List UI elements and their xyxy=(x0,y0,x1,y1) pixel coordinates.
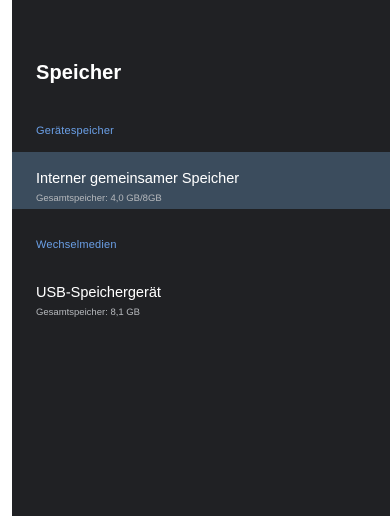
page-title: Speicher xyxy=(36,62,122,84)
item-subtitle: Gesamtspeicher: 4,0 GB/8GB xyxy=(36,193,162,204)
item-title: Interner gemeinsamer Speicher xyxy=(36,171,240,187)
item-subtitle: Gesamtspeicher: 8,1 GB xyxy=(36,307,141,318)
item-title: USB-Speichergerät xyxy=(36,285,161,301)
list-item-usb-storage-device[interactable]: USB-Speichergerät Gesamtspeicher: 8,1 GB xyxy=(12,279,390,336)
section-header-removable-media: Wechselmedien xyxy=(36,239,117,251)
list-item-internal-shared-storage[interactable]: Interner gemeinsamer Speicher Gesamtspei… xyxy=(12,152,390,209)
section-header-device-storage: Gerätespeicher xyxy=(36,125,115,137)
storage-settings-panel: Speicher Gerätespeicher Interner gemeins… xyxy=(12,0,390,516)
